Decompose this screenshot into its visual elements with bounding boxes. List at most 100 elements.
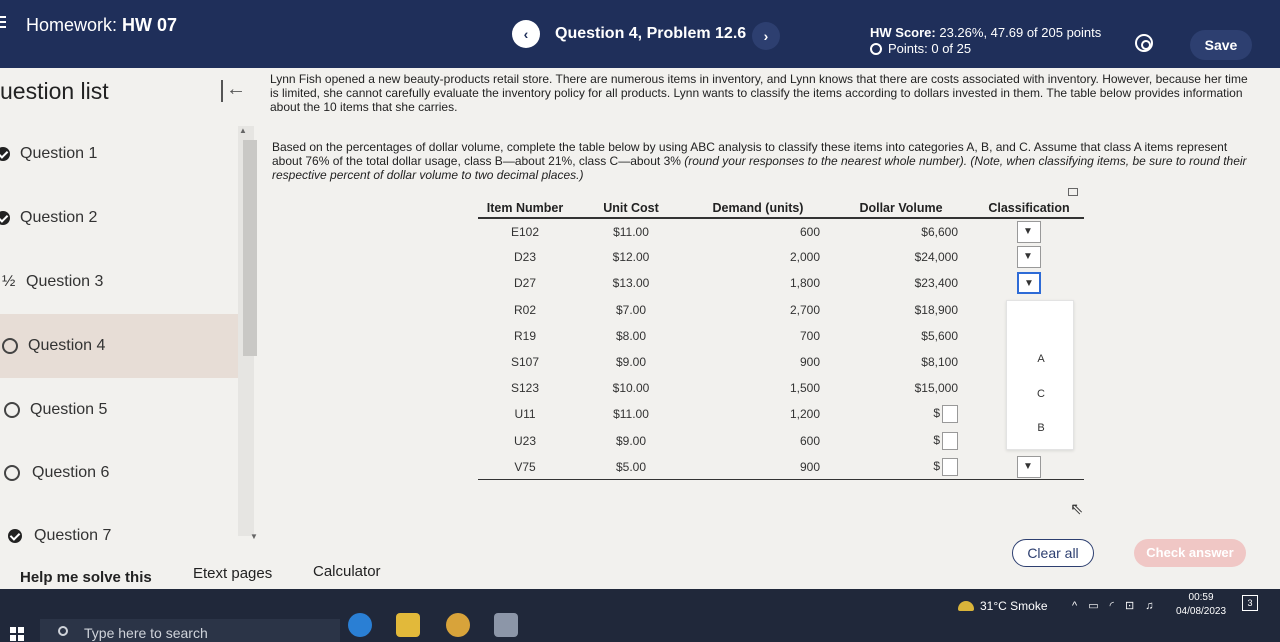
notification-icon[interactable]: 3 (1242, 595, 1258, 611)
classification-options-popup: A C B (1006, 300, 1074, 450)
score-value: 23.26%, 47.69 of 205 points (939, 25, 1102, 40)
collapse-sidebar-icon[interactable]: ← (218, 78, 246, 104)
classification-dropdown[interactable] (1017, 220, 1041, 243)
windows-taskbar: Type here to search 31°C Smoke ^ ▭ ◜ ⊡ ♫… (0, 589, 1280, 642)
question-points: Points: 0 of 25 (870, 41, 971, 56)
calculator-link[interactable]: Calculator (313, 563, 381, 580)
system-tray-icons[interactable]: ^ ▭ ◜ ⊡ ♫ (1072, 599, 1158, 612)
column-header: Demand (units) (690, 198, 838, 219)
unit-cost: $12.00 (612, 250, 650, 265)
next-question-button[interactable]: › (752, 22, 780, 50)
weather-widget[interactable]: 31°C Smoke (958, 599, 1048, 613)
demand: 900 (799, 459, 820, 474)
dollar-volume: $6,600 (921, 224, 958, 239)
table-row: V75 $5.00 900 $ (478, 454, 1084, 480)
demand: 2,700 (789, 302, 820, 317)
unit-cost: $11.00 (613, 224, 649, 239)
option-b[interactable]: B (1007, 422, 1075, 434)
etext-pages-link[interactable]: Etext pages (193, 565, 272, 582)
unit-cost: $5.00 (615, 459, 647, 474)
question-label: Question 4 (28, 337, 106, 354)
file-explorer-icon[interactable] (396, 613, 420, 637)
classification-cell (974, 244, 1084, 270)
option-a[interactable]: A (1007, 353, 1075, 365)
table-bottom-rule (478, 479, 1084, 482)
unit-cost: $10.00 (612, 381, 650, 396)
dollar-volume-input[interactable] (942, 457, 958, 476)
sidebar-item-question-5[interactable]: Question 5 (0, 378, 242, 442)
settings-gear-icon[interactable] (1135, 34, 1153, 52)
unit-cost: $9.00 (615, 433, 647, 448)
table-row: R19 $8.00 700 $5,600 (478, 323, 1084, 349)
item-number: V75 (514, 459, 536, 474)
classification-dropdown-open[interactable] (1017, 272, 1041, 295)
dollar-volume-input[interactable] (942, 431, 958, 450)
bottom-toolbar: Help me solve this Etext pages Calculato… (0, 539, 1280, 589)
table-row: D23 $12.00 2,000 $24,000 (478, 244, 1084, 270)
option-c[interactable]: C (1007, 388, 1075, 400)
copy-table-icon[interactable] (1068, 188, 1078, 196)
search-icon (58, 626, 68, 636)
table-row: R02 $7.00 2,700 $18,900 (478, 297, 1084, 323)
classification-dropdown[interactable] (1017, 246, 1041, 269)
previous-question-button[interactable]: ‹ (512, 20, 540, 48)
column-header: Dollar Volume (838, 198, 974, 219)
question-label: Question 1 (20, 145, 98, 162)
sidebar-item-question-4[interactable]: Question 4 (0, 314, 242, 378)
hw-score: HW Score: 23.26%, 47.69 of 205 points (870, 25, 1101, 40)
sidebar-item-question-6[interactable]: Question 6 (0, 441, 242, 505)
item-number: E102 (510, 224, 540, 239)
chrome-browser-icon[interactable] (446, 613, 470, 637)
question-title: Question 4, Problem 12.6 (555, 25, 747, 42)
unit-cost: $9.00 (615, 355, 647, 370)
demand: 600 (799, 224, 820, 239)
item-number: D23 (513, 250, 536, 265)
unit-cost: $7.00 (615, 302, 647, 317)
demand: 700 (799, 328, 820, 343)
inventory-table: Item Number Unit Cost Demand (units) Dol… (478, 198, 1084, 482)
classification-cell (974, 218, 1084, 244)
unit-cost: $13.00 (612, 276, 650, 291)
scroll-up-icon[interactable]: ▲ (239, 126, 247, 135)
dollar-sign: $ (933, 406, 940, 421)
clear-all-button[interactable]: Clear all (1012, 539, 1094, 567)
edge-browser-icon[interactable] (348, 613, 372, 637)
check-answer-button[interactable]: Check answer (1134, 539, 1246, 567)
demand: 600 (799, 433, 820, 448)
taskbar-search[interactable]: Type here to search (40, 619, 340, 642)
dollar-volume: $15,000 (914, 381, 958, 396)
taskbar-clock[interactable]: 00:59 04/08/2023 (1176, 591, 1226, 619)
question-label: Question 6 (32, 464, 110, 481)
column-header: Item Number (478, 198, 572, 219)
partial-credit-icon: ½ (2, 273, 16, 290)
homework-title: Homework: HW 07 (26, 15, 177, 36)
demand: 1,200 (789, 407, 820, 422)
save-button[interactable]: Save (1190, 30, 1252, 60)
dollar-volume-input[interactable] (942, 405, 958, 424)
check-icon (8, 529, 22, 543)
dollar-volume: $8,100 (921, 355, 958, 370)
dollar-volume-cell: $ (838, 401, 974, 427)
clock-date: 04/08/2023 (1176, 606, 1227, 617)
classification-cell (974, 454, 1084, 480)
item-number: R02 (513, 302, 536, 317)
help-me-solve-link[interactable]: Help me solve this (20, 569, 152, 586)
unit-cost: $8.00 (615, 328, 647, 343)
homework-name: HW 07 (122, 15, 178, 35)
sidebar-item-question-1[interactable]: Question 1 (0, 122, 242, 186)
item-number: D27 (513, 276, 536, 291)
points-text: Points: 0 of 25 (888, 41, 972, 56)
windows-start-icon[interactable] (10, 627, 24, 641)
app-icon[interactable] (494, 613, 518, 637)
classification-dropdown[interactable] (1017, 455, 1041, 478)
score-label: HW Score: (870, 25, 936, 40)
sidebar-scroll-thumb[interactable] (243, 140, 257, 356)
dollar-volume: $24,000 (914, 250, 958, 265)
sidebar-item-question-3[interactable]: ½ Question 3 (0, 250, 242, 314)
dollar-sign: $ (933, 458, 940, 473)
dollar-volume: $23,400 (914, 276, 958, 291)
scroll-down-icon[interactable]: ▼ (250, 532, 258, 541)
table-header-row: Item Number Unit Cost Demand (units) Dol… (478, 198, 1084, 219)
menu-icon[interactable] (0, 16, 6, 30)
sidebar-item-question-2[interactable]: Question 2 (0, 186, 242, 250)
